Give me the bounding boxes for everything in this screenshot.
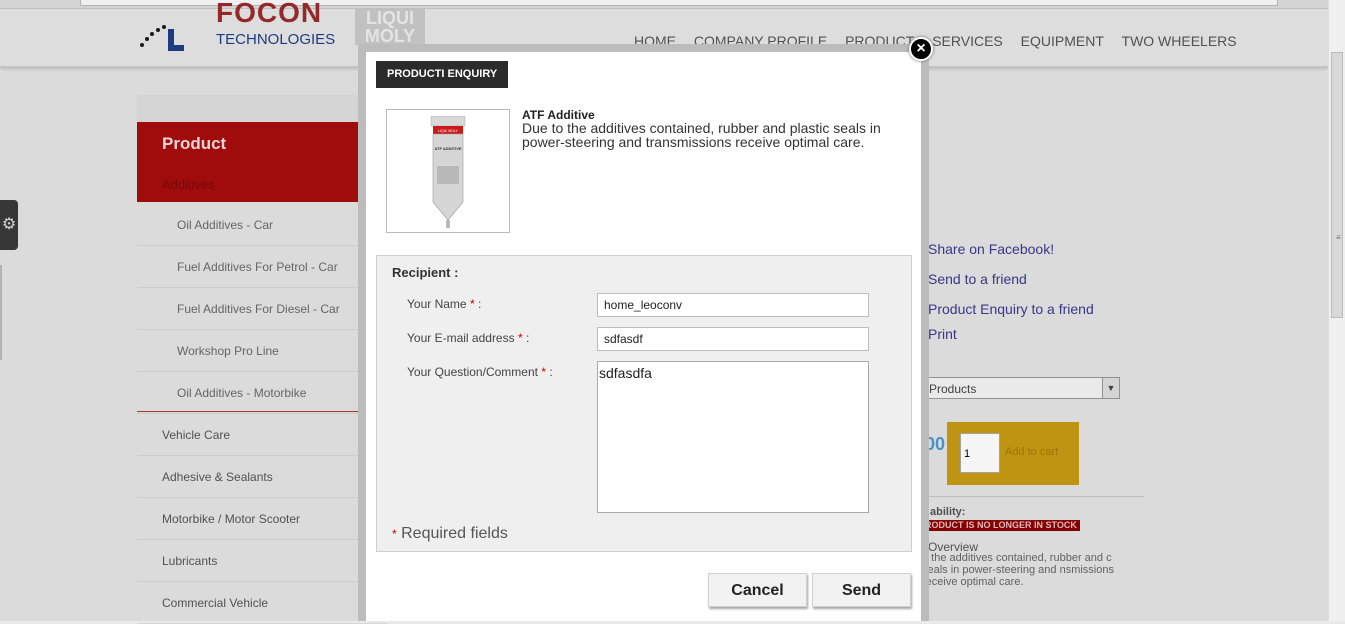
close-icon[interactable]: × bbox=[909, 37, 933, 61]
scrollbar-thumb[interactable]: ≡ bbox=[1331, 52, 1343, 318]
name-field[interactable]: home_leoconv bbox=[597, 293, 869, 317]
enquiry-modal: PRODUCTI ENQUIRY LIQUI MOLY ATF ADDITIVE… bbox=[366, 52, 921, 621]
required-note-text: Required fields bbox=[401, 525, 508, 542]
product-description: Due to the additives contained, rubber a… bbox=[522, 120, 881, 150]
grip-icon: ≡ bbox=[1336, 233, 1341, 242]
email-field[interactable]: sdfasdf bbox=[597, 327, 869, 351]
comment-textarea[interactable]: sdfasdfa bbox=[597, 361, 869, 513]
send-button[interactable]: Send bbox=[812, 573, 911, 607]
label-colon: : bbox=[522, 331, 530, 345]
email-label: Your E-mail address * : bbox=[407, 331, 529, 345]
label-colon: : bbox=[474, 297, 482, 311]
tube-label-text: ATF ADDITIVE bbox=[434, 146, 461, 151]
name-label: Your Name * : bbox=[407, 297, 481, 311]
recipient-label: Recipient : bbox=[392, 265, 459, 280]
scrollbar[interactable]: ≡ bbox=[1328, 0, 1345, 621]
email-label-text: Your E-mail address bbox=[407, 331, 515, 345]
required-asterisk: * bbox=[392, 527, 397, 541]
comment-label-text: Your Question/Comment bbox=[407, 365, 538, 379]
comment-label: Your Question/Comment * : bbox=[407, 365, 553, 379]
required-note: * Required fields bbox=[392, 525, 508, 543]
tube-brand-text: LIQUI MOLY bbox=[438, 129, 458, 133]
product-image: LIQUI MOLY ATF ADDITIVE bbox=[386, 109, 510, 233]
modal-title: PRODUCTI ENQUIRY bbox=[376, 61, 509, 88]
product-tube-image: LIQUI MOLY ATF ADDITIVE bbox=[430, 116, 466, 228]
name-label-text: Your Name bbox=[407, 297, 467, 311]
enquiry-form: Recipient : Your Name * : home_leoconv Y… bbox=[376, 255, 912, 552]
label-colon: : bbox=[545, 365, 553, 379]
cancel-button[interactable]: Cancel bbox=[708, 573, 807, 607]
